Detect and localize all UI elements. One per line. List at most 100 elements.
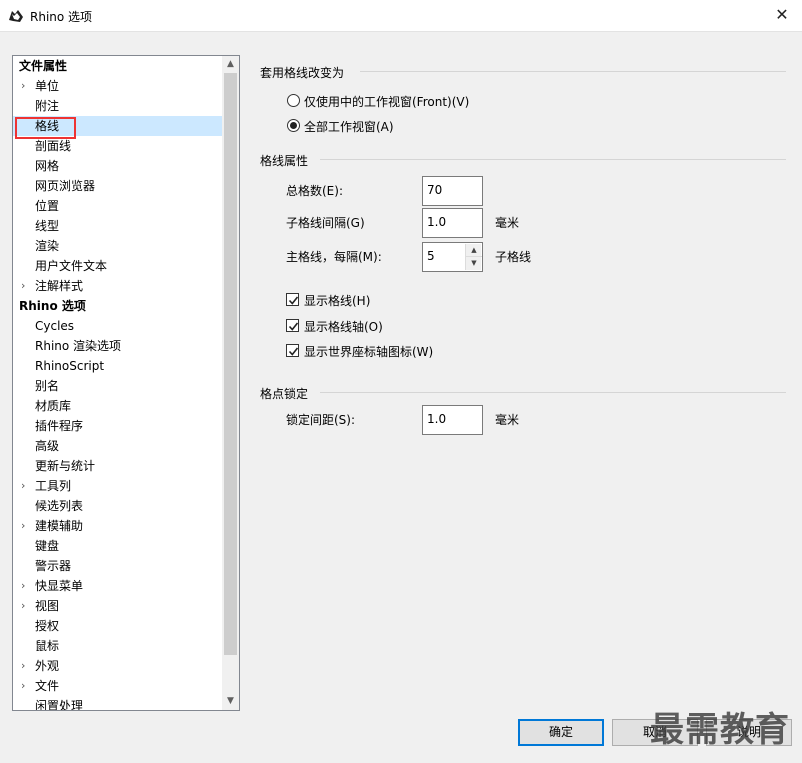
major-every-value[interactable]: 5 — [427, 249, 435, 263]
tree-item-label: 线型 — [35, 219, 60, 233]
tree-item[interactable]: 用户文件文本 — [13, 256, 223, 276]
tree-item[interactable]: Rhino 选项 — [13, 296, 223, 316]
tree-item-label: 候选列表 — [35, 499, 84, 513]
tree-item-label: 渲染 — [35, 239, 60, 253]
tree-item[interactable]: Rhino 渲染选项 — [13, 336, 223, 356]
radio-active-viewport-label[interactable]: 仅使用中的工作视窗(Front)(V) — [304, 93, 469, 110]
tree-item[interactable]: 插件程序 — [13, 416, 223, 436]
show-grid-axes-checkbox[interactable] — [286, 319, 299, 332]
tree-item-label: 网页浏览器 — [35, 179, 96, 193]
tree-item[interactable]: 警示器 — [13, 556, 223, 576]
tree-item-label: 文件 — [35, 679, 60, 693]
minor-spacing-input[interactable]: 1.0 — [422, 208, 483, 238]
window-title: Rhino 选项 — [30, 10, 93, 24]
tree-item-label: 用户文件文本 — [35, 259, 108, 273]
stepper-down-icon[interactable]: ▼ — [466, 257, 482, 270]
major-every-unit: 子格线 — [495, 250, 532, 264]
snap-spacing-input[interactable]: 1.0 — [422, 405, 483, 435]
tree-item[interactable]: 位置 — [13, 196, 223, 216]
tree-item[interactable]: 线型 — [13, 216, 223, 236]
tree-item[interactable]: 候选列表 — [13, 496, 223, 516]
radio-selected-dot — [290, 122, 297, 129]
tree-item[interactable]: 附注 — [13, 96, 223, 116]
expand-chevron-icon[interactable]: › — [21, 76, 31, 96]
tree-item-label: 注解样式 — [35, 279, 84, 293]
checkmark-icon — [288, 347, 299, 356]
tree-item-label: 附注 — [35, 99, 60, 113]
expand-chevron-icon[interactable]: › — [21, 476, 31, 496]
tree-item[interactable]: 更新与统计 — [13, 456, 223, 476]
tree-item[interactable]: › 外观 — [13, 656, 223, 676]
ok-button[interactable]: 确定 — [518, 719, 604, 746]
tree-item-label: 视图 — [35, 599, 60, 613]
stepper-buttons: ▲ ▼ — [465, 244, 482, 270]
tree-item[interactable]: › 单位 — [13, 76, 223, 96]
show-grid-label[interactable]: 显示格线(H) — [304, 292, 370, 309]
tree-item[interactable]: › 工具列 — [13, 476, 223, 496]
rhino-app-icon — [9, 10, 23, 22]
tree-item-label: 工具列 — [35, 479, 72, 493]
options-tree[interactable]: 文件属性 › 单位 附注 格线 剖面线 网格 网页浏览器 位置 线型 渲染 用户文件文本 › 注解样式 Rh… — [12, 55, 240, 711]
tree-scrollbar[interactable]: ▲ ▼ — [222, 56, 239, 710]
minor-spacing-label: 子格线间隔(G) — [286, 216, 365, 230]
expand-chevron-icon[interactable]: › — [21, 516, 31, 536]
scroll-up-icon[interactable]: ▲ — [222, 56, 239, 73]
grid-props-title: 格线属性 — [260, 154, 309, 168]
tree-item[interactable]: 授权 — [13, 616, 223, 636]
tree-item-label: 插件程序 — [35, 419, 84, 433]
tree-item[interactable]: › 注解样式 — [13, 276, 223, 296]
tree-item[interactable]: › 文件 — [13, 676, 223, 696]
total-grid-label: 总格数(E): — [286, 184, 343, 198]
tree-item-label: Rhino 选项 — [19, 299, 86, 313]
tree-item-label: 剖面线 — [35, 139, 72, 153]
tree-item-label: 外观 — [35, 659, 60, 673]
tree-item[interactable]: Cycles — [13, 316, 223, 336]
expand-chevron-icon[interactable]: › — [21, 596, 31, 616]
expand-chevron-icon[interactable]: › — [21, 676, 31, 696]
tree-item[interactable]: 文件属性 — [13, 56, 223, 76]
expand-chevron-icon[interactable]: › — [21, 276, 31, 296]
tree-item-label: 网格 — [35, 159, 60, 173]
tree-item-label: Rhino 渲染选项 — [35, 339, 122, 353]
tree-item[interactable]: › 视图 — [13, 596, 223, 616]
tree-item[interactable]: 网格 — [13, 156, 223, 176]
close-icon[interactable]: ✕ — [772, 4, 792, 26]
tree-item[interactable]: 键盘 — [13, 536, 223, 556]
highlight-box — [15, 117, 76, 139]
tree-item[interactable]: 闲置处理 — [13, 696, 223, 711]
tree-item[interactable]: 剖面线 — [13, 136, 223, 156]
scroll-thumb[interactable] — [224, 73, 237, 655]
show-world-axes-checkbox[interactable] — [286, 344, 299, 357]
major-every-stepper[interactable]: 5 ▲ ▼ — [422, 242, 483, 272]
total-grid-input[interactable]: 70 — [422, 176, 483, 206]
group-divider — [320, 159, 786, 160]
tree-item[interactable]: 材质库 — [13, 396, 223, 416]
expand-chevron-icon[interactable]: › — [21, 656, 31, 676]
show-world-axes-label[interactable]: 显示世界座标轴图标(W) — [304, 343, 433, 360]
tree-item[interactable]: › 快显菜单 — [13, 576, 223, 596]
tree-item-label: 闲置处理 — [35, 699, 84, 711]
tree-item-label: 鼠标 — [35, 639, 60, 653]
tree-item-label: RhinoScript — [35, 359, 105, 373]
show-grid-checkbox[interactable] — [286, 293, 299, 306]
tree-item-label: 文件属性 — [19, 59, 68, 73]
show-grid-axes-label[interactable]: 显示格线轴(O) — [304, 318, 383, 335]
radio-all-viewports-label[interactable]: 全部工作视窗(A) — [304, 118, 394, 135]
tree-item-label: 建模辅助 — [35, 519, 84, 533]
stepper-up-icon[interactable]: ▲ — [466, 244, 482, 257]
tree-item-label: 警示器 — [35, 559, 72, 573]
group-divider — [360, 71, 786, 72]
expand-chevron-icon[interactable]: › — [21, 576, 31, 596]
scroll-down-icon[interactable]: ▼ — [222, 693, 239, 710]
tree-item[interactable]: 别名 — [13, 376, 223, 396]
tree-item[interactable]: › 建模辅助 — [13, 516, 223, 536]
checkmark-icon — [288, 322, 299, 331]
tree-item[interactable]: 网页浏览器 — [13, 176, 223, 196]
tree-item[interactable]: 鼠标 — [13, 636, 223, 656]
tree-item[interactable]: RhinoScript — [13, 356, 223, 376]
tree-item-label: 别名 — [35, 379, 60, 393]
tree-item[interactable]: 渲染 — [13, 236, 223, 256]
tree-item[interactable]: 高级 — [13, 436, 223, 456]
radio-active-viewport[interactable] — [287, 94, 300, 107]
radio-all-viewports[interactable] — [287, 119, 300, 132]
